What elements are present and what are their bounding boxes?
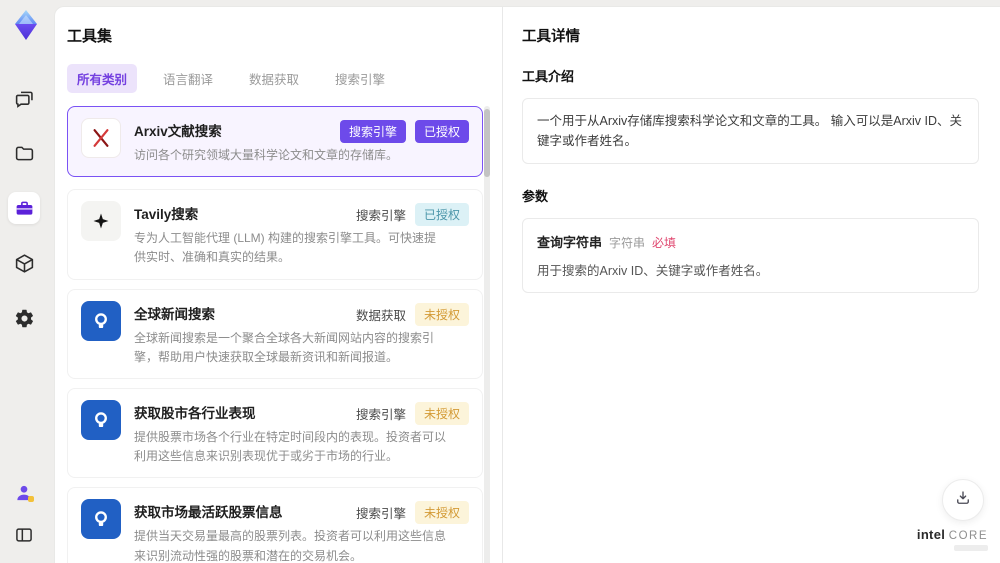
chat-icon: [14, 88, 35, 109]
tool-description: 提供当天交易量最高的股票列表。投资者可以利用这些信息来识别流动性强的股票和潜在的…: [134, 529, 447, 563]
tool-card[interactable]: Tavily搜索 专为人工智能代理 (LLM) 构建的搜索引擎工具。可快速提供实…: [67, 189, 483, 280]
page-title: 工具集: [67, 28, 113, 45]
toolbox-icon: [14, 198, 35, 219]
download-icon: [954, 489, 972, 512]
tool-status-badge: 已授权: [414, 120, 469, 143]
tool-intro-card: 一个用于从Arxiv存储库搜索科学论文和文章的工具。 输入可以是Arxiv ID…: [522, 98, 979, 164]
intro-heading: 工具介绍: [522, 69, 575, 84]
tool-description: 全球新闻搜索是一个聚合全球各大新闻网站内容的搜索引擎，帮助用户快速获取全球最新资…: [134, 330, 435, 364]
tool-category-badge: 搜索引擎: [355, 209, 406, 224]
category-tab[interactable]: 搜索引擎: [325, 64, 395, 93]
newsblue-icon: [81, 499, 121, 540]
app-logo-icon[interactable]: [11, 8, 41, 42]
brand-logo: intel core: [917, 527, 988, 551]
parameter-description: 用于搜索的Arxiv ID、关键字或作者姓名。: [537, 264, 769, 278]
tool-status-badge: 已授权: [414, 203, 469, 227]
tool-status-badge: 未授权: [414, 302, 469, 326]
user-icon: [14, 483, 34, 503]
cube-icon: [14, 253, 35, 274]
category-tab[interactable]: 语言翻译: [153, 64, 223, 93]
brand-watermark: [954, 545, 988, 551]
tool-card[interactable]: 获取股市各行业表现 提供股票市场各个行业在特定时间段内的表现。投资者可以利用这些…: [67, 387, 483, 479]
tool-category-badge: 搜索引擎: [355, 407, 406, 422]
params-heading: 参数: [522, 189, 549, 204]
tool-list-panel: 工具集 所有类别 语言翻译 数据获取 搜索引擎 Arxiv文献搜索 访问各个研究领域大…: [55, 7, 503, 563]
category-tabs: 所有类别 语言翻译 数据获取 搜索引擎: [67, 64, 502, 93]
parameter-card: 查询字符串 字符串 必填 用于搜索的Arxiv ID、关键字或作者姓名。: [522, 218, 979, 293]
category-tab[interactable]: 数据获取: [239, 64, 309, 93]
folder-icon: [14, 143, 35, 164]
panel-toggle-icon: [14, 525, 34, 545]
tool-card[interactable]: Arxiv文献搜索 访问各个研究领域大量科学论文和文章的存储库。 搜索引擎 已授…: [67, 106, 483, 178]
tool-list: Arxiv文献搜索 访问各个研究领域大量科学论文和文章的存储库。 搜索引擎 已授…: [67, 106, 483, 563]
arxiv-icon: [81, 118, 121, 158]
sidebar-item-settings[interactable]: [8, 302, 40, 334]
main-content: 工具集 所有类别 语言翻译 数据获取 搜索引擎 Arxiv文献搜索 访问各个研究领域大…: [54, 6, 1000, 563]
newsblue-icon: [81, 300, 121, 341]
tool-detail-panel: 工具详情 工具介绍 一个用于从Arxiv存储库搜索科学论文和文章的工具。 输入可…: [503, 7, 1000, 563]
tool-card[interactable]: 获取市场最活跃股票信息 提供当天交易量最高的股票列表。投资者可以利用这些信息来识…: [67, 487, 483, 563]
tool-category-badge: 搜索引擎: [355, 507, 406, 522]
tool-description: 访问各个研究领域大量科学论文和文章的存储库。: [134, 148, 399, 162]
tool-category-badge: 数据获取: [355, 308, 406, 323]
tool-category-badge: 搜索引擎: [339, 120, 406, 143]
parameter-type: 字符串: [609, 236, 646, 250]
parameter-name: 查询字符串: [537, 235, 603, 250]
sidebar-item-tools[interactable]: [8, 192, 40, 224]
tool-card[interactable]: 全球新闻搜索 全球新闻搜索是一个聚合全球各大新闻网站内容的搜索引擎，帮助用户快速…: [67, 288, 483, 379]
sidebar-item-files[interactable]: [8, 137, 40, 169]
collapse-panel-button[interactable]: [8, 519, 40, 551]
sidebar-item-packages[interactable]: [8, 247, 40, 279]
brand-core: core: [948, 530, 988, 542]
user-avatar[interactable]: [8, 477, 40, 509]
list-scrollbar[interactable]: ▼: [484, 106, 490, 563]
tool-status-badge: 未授权: [414, 501, 469, 525]
category-tab[interactable]: 所有类别: [67, 64, 138, 93]
newsblue-icon: [81, 399, 121, 440]
sparkle-icon: [81, 201, 121, 242]
parameter-required-badge: 必填: [652, 236, 677, 250]
detail-title: 工具详情: [522, 29, 580, 45]
app-sidebar: [0, 0, 54, 563]
tool-status-badge: 未授权: [414, 401, 469, 425]
brand-intel: intel: [916, 527, 946, 542]
tool-description: 专为人工智能代理 (LLM) 构建的搜索引擎工具。可快速提供实时、准确和真实的结…: [134, 231, 437, 265]
download-button[interactable]: [942, 479, 984, 521]
scrollbar-thumb[interactable]: [484, 109, 490, 177]
tool-description: 提供股票市场各个行业在特定时间段内的表现。投资者可以利用这些信息来识别表现优于或…: [134, 429, 447, 464]
gear-icon: [14, 308, 35, 329]
sidebar-item-chat[interactable]: [8, 82, 40, 114]
